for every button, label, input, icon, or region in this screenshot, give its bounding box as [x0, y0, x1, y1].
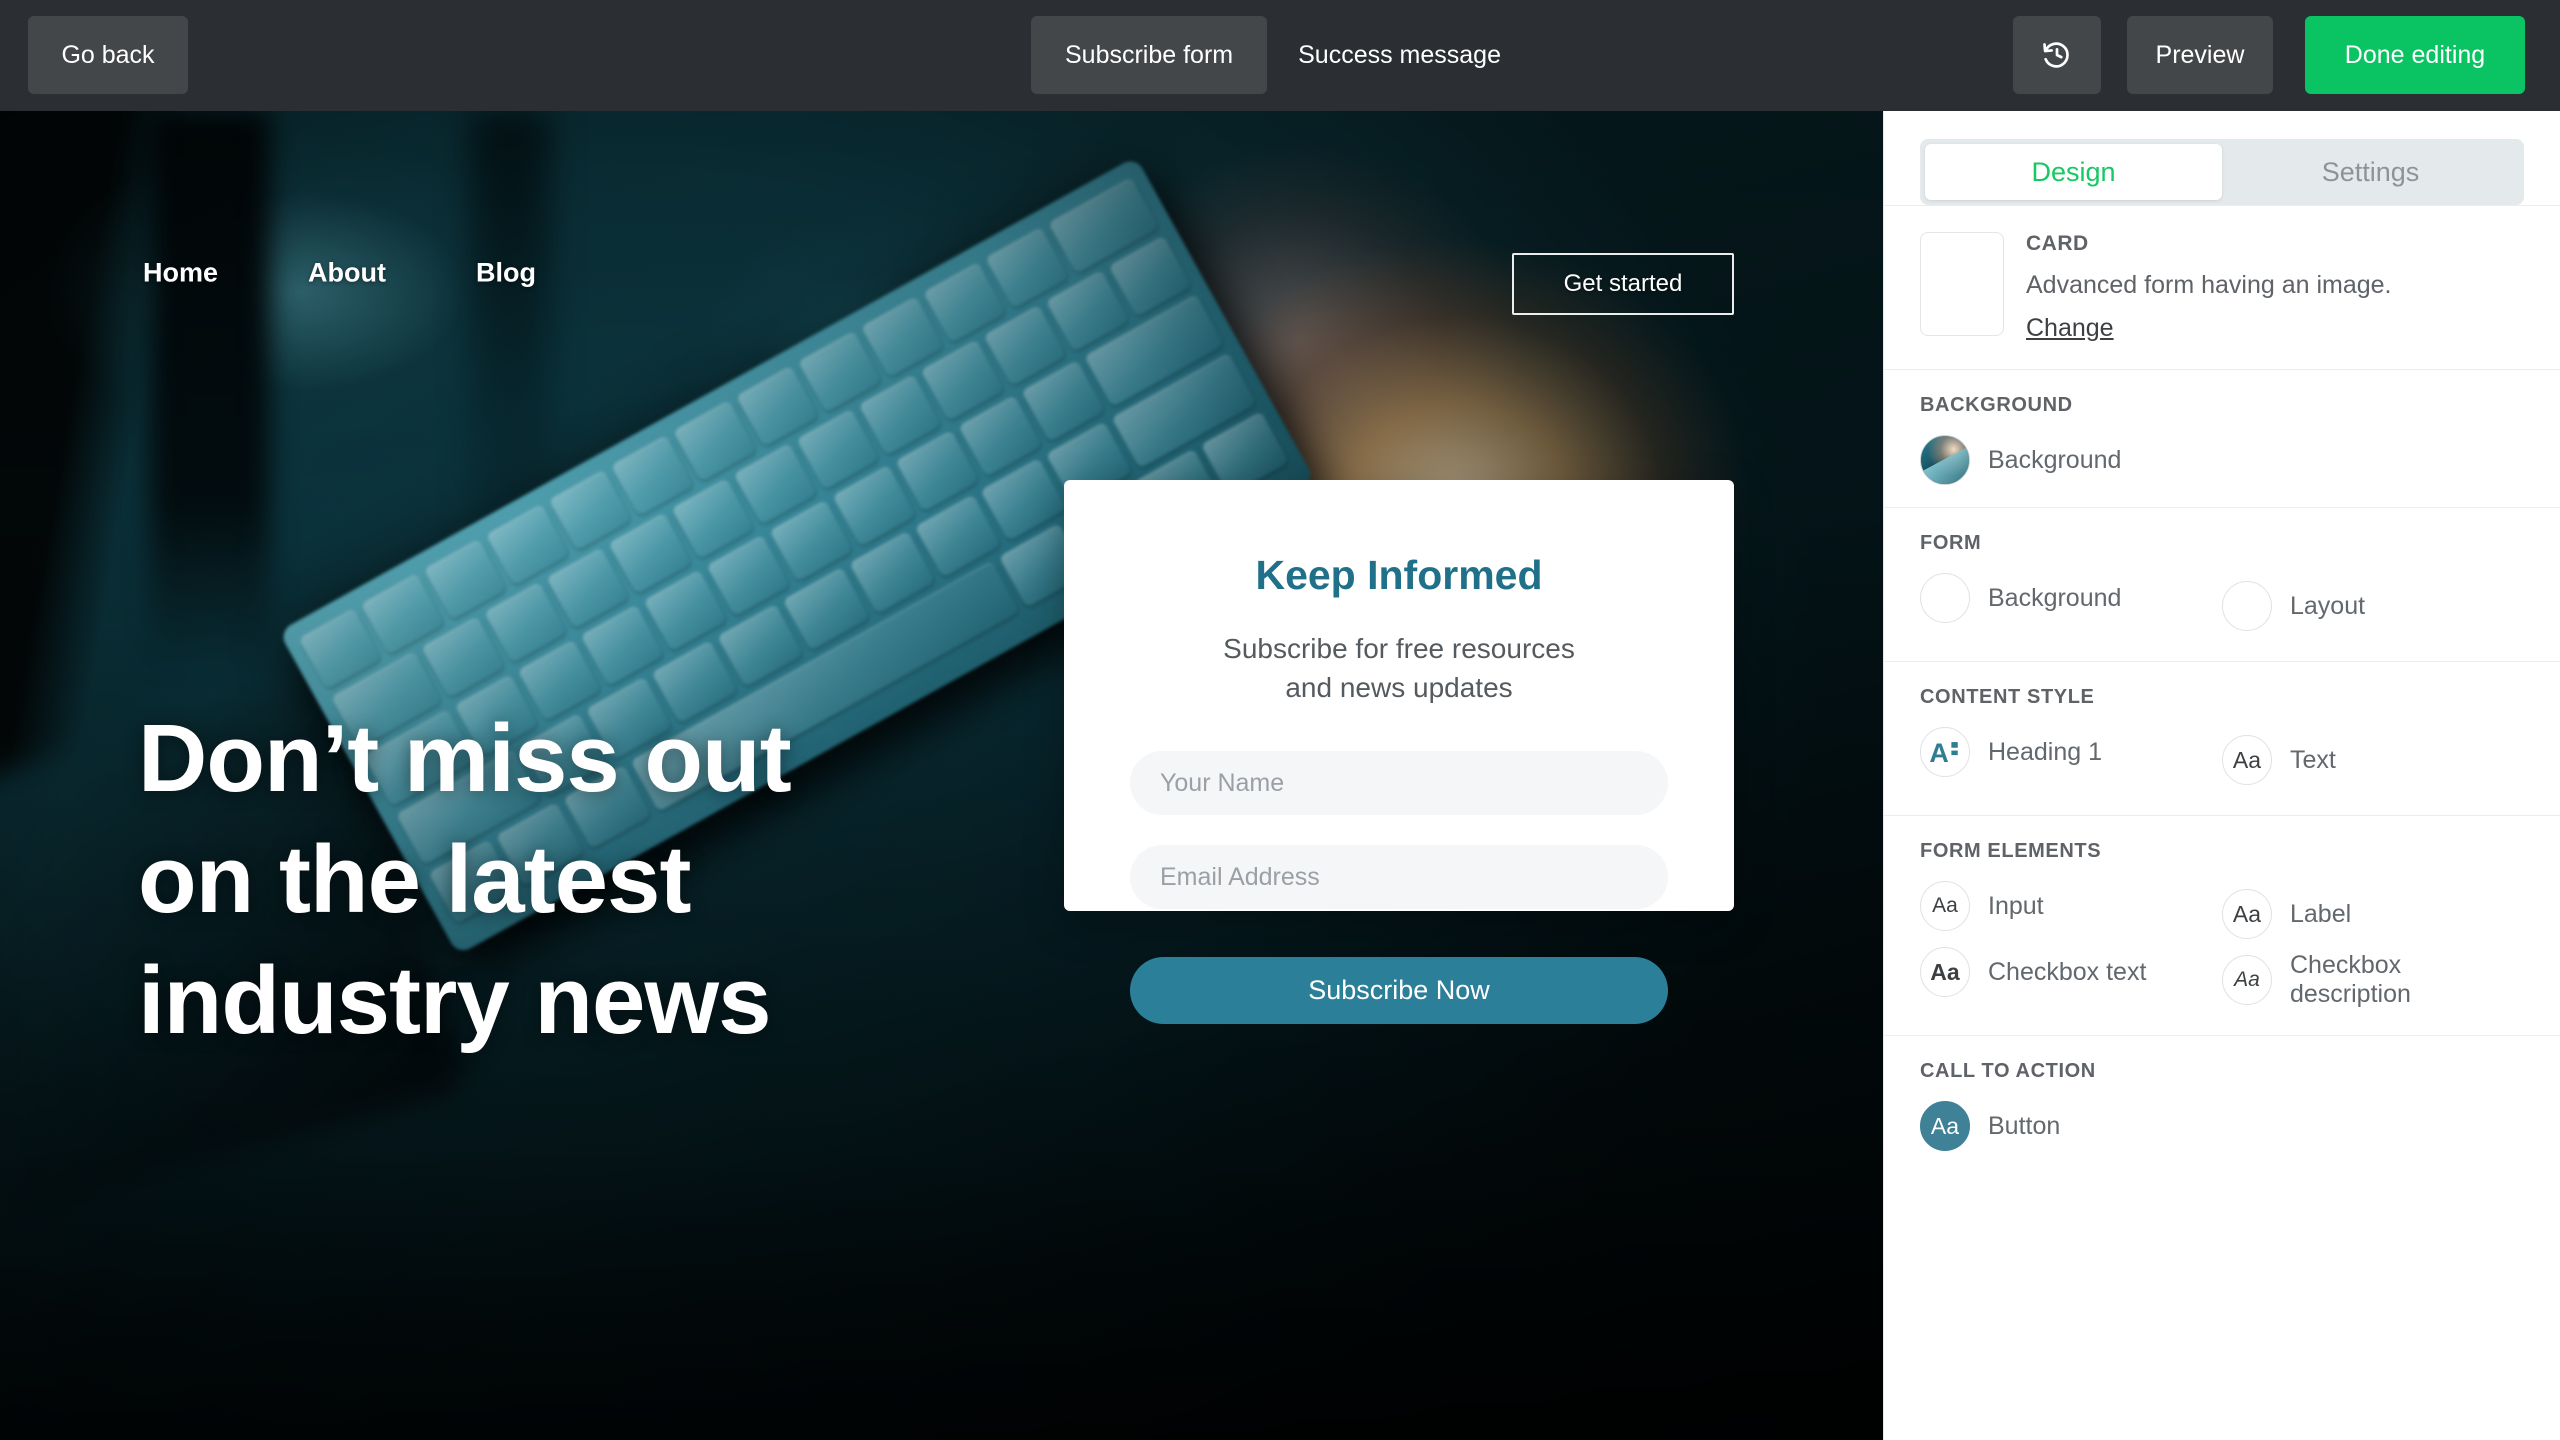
nav-link-home[interactable]: Home — [143, 258, 218, 289]
layout-icon — [2222, 581, 2272, 631]
color-swatch-icon — [1920, 573, 1970, 623]
checkbox-text-typography-icon: Aa — [1920, 947, 1970, 997]
input-typography-icon: Aa — [1920, 881, 1970, 931]
svg-text:A: A — [1929, 738, 1948, 768]
site-navigation: Home About Blog Get started — [0, 111, 1883, 315]
section-title-form-elements: FORM ELEMENTS — [1920, 840, 2102, 862]
panel-item-label: Label — [2290, 899, 2352, 928]
section-form: FORM Background Layout — [1884, 507, 2560, 661]
panel-item-form-layout[interactable]: Layout — [2222, 573, 2524, 639]
section-form-elements: FORM ELEMENTS Aa Input Aa Label Aa Check… — [1884, 815, 2560, 1035]
card-change-link[interactable]: Change — [2026, 314, 2114, 343]
panel-item-label-style[interactable]: Aa Label — [2222, 881, 2524, 947]
subscribe-form-card[interactable]: Keep Informed Subscribe for free resourc… — [1064, 480, 1734, 1025]
panel-item-checkbox-text[interactable]: Aa Checkbox text — [1920, 947, 2222, 997]
panel-item-checkbox-description[interactable]: Aa Checkbox description — [2222, 947, 2524, 1013]
email-input[interactable] — [1130, 845, 1668, 910]
editor-top-bar: Go back Subscribe form Success message P… — [0, 0, 2560, 111]
tab-subscribe-form[interactable]: Subscribe form — [1031, 16, 1268, 94]
panel-item-text[interactable]: Aa Text — [2222, 727, 2524, 793]
tab-settings[interactable]: Settings — [2222, 144, 2519, 200]
card-subheading: Subscribe for free resources and news up… — [1223, 633, 1575, 704]
panel-item-button[interactable]: Aa Button — [1920, 1101, 2524, 1151]
image-thumbnail-icon — [1920, 435, 1970, 485]
panel-item-input[interactable]: Aa Input — [1920, 881, 2222, 931]
history-restore-icon — [2040, 38, 2074, 72]
panel-item-label: Background — [1988, 445, 2122, 474]
card-section-title: CARD — [2026, 232, 2089, 255]
panel-item-label: Checkbox text — [1988, 957, 2147, 986]
design-settings-panel: Design Settings CARD Advanced form havin… — [1883, 111, 2560, 1440]
hero-headline: Don’t miss out on the latest industry ne… — [138, 705, 792, 1054]
panel-item-form-background[interactable]: Background — [1920, 573, 2222, 623]
panel-item-label: Button — [1988, 1111, 2061, 1140]
get-started-button[interactable]: Get started — [1512, 253, 1734, 315]
section-background: BACKGROUND Background — [1884, 369, 2560, 507]
panel-item-heading-1[interactable]: A Heading 1 — [1920, 727, 2222, 777]
preview-canvas[interactable]: Home About Blog Get started Don’t miss o… — [0, 111, 1883, 1440]
panel-tab-group: Design Settings — [1920, 139, 2524, 205]
section-content-style: CONTENT STYLE A Heading 1 Aa Text — [1884, 661, 2560, 815]
panel-item-label: Heading 1 — [1988, 737, 2102, 766]
checkbox-description-typography-icon: Aa — [2222, 955, 2272, 1005]
tab-design[interactable]: Design — [1925, 144, 2222, 200]
nav-link-about[interactable]: About — [308, 258, 386, 289]
panel-item-label: Input — [1988, 891, 2044, 920]
label-typography-icon: Aa — [2222, 889, 2272, 939]
card-heading: Keep Informed — [1255, 552, 1543, 598]
go-back-button[interactable]: Go back — [28, 16, 188, 94]
panel-item-label: Background — [1988, 583, 2122, 612]
section-title-background: BACKGROUND — [1920, 394, 2073, 416]
subscribe-now-button[interactable]: Subscribe Now — [1130, 957, 1668, 1025]
history-button[interactable] — [2013, 16, 2101, 94]
nav-link-blog[interactable]: Blog — [476, 258, 536, 289]
section-title-content-style: CONTENT STYLE — [1920, 686, 2095, 708]
canvas-tab-group: Subscribe form Success message — [1031, 16, 1532, 94]
card-meta: CARD Advanced form having an image. Chan… — [2026, 232, 2392, 343]
panel-item-label: Text — [2290, 745, 2336, 774]
card-section: CARD Advanced form having an image. Chan… — [1884, 205, 2560, 369]
name-input[interactable] — [1130, 751, 1668, 816]
section-call-to-action: CALL TO ACTION Aa Button — [1884, 1035, 2560, 1173]
card-thumbnail[interactable] — [1920, 232, 2004, 336]
heading-typography-icon: A — [1920, 727, 1970, 777]
panel-item-label: Layout — [2290, 591, 2366, 620]
section-title-form: FORM — [1920, 532, 1982, 554]
tab-success-message[interactable]: Success message — [1267, 16, 1532, 94]
card-description: Advanced form having an image. — [2026, 271, 2392, 299]
panel-item-label: Checkbox description — [2290, 951, 2411, 1008]
text-typography-icon: Aa — [2222, 735, 2272, 785]
button-typography-icon: Aa — [1920, 1101, 1970, 1151]
done-editing-button[interactable]: Done editing — [2305, 16, 2525, 94]
preview-button[interactable]: Preview — [2127, 16, 2273, 94]
panel-item-background-image[interactable]: Background — [1920, 435, 2524, 485]
section-title-call-to-action: CALL TO ACTION — [1920, 1060, 2096, 1082]
